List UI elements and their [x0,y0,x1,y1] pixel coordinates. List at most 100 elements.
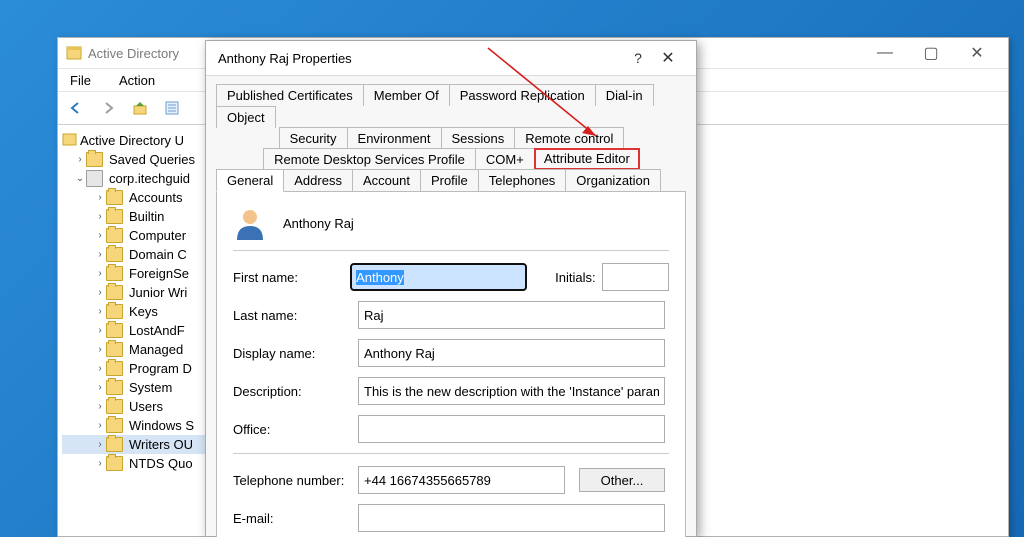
tree-item-label: Windows S [129,418,194,433]
expand-icon[interactable]: › [74,154,86,165]
menu-file[interactable]: File [64,71,97,90]
tab-password-replication[interactable]: Password Replication [449,84,596,106]
expand-icon[interactable]: › [94,325,106,336]
folder-icon [106,209,123,224]
folder-icon [106,247,123,262]
properties-button[interactable] [158,95,186,121]
folder-icon [106,190,123,205]
tab-telephones[interactable]: Telephones [478,169,567,192]
tree-item-label: Builtin [129,209,164,224]
tree-item-label: Writers OU [129,437,193,452]
user-icon [233,206,267,240]
label-last-name: Last name: [233,308,358,323]
collapse-icon[interactable]: ⌄ [74,173,86,184]
minimize-button[interactable]: — [862,38,908,68]
dialog-tabs: Published CertificatesMember OfPassword … [206,76,696,192]
last-name-field[interactable] [358,301,665,329]
folder-icon [106,418,123,433]
tab-object[interactable]: Object [216,106,276,128]
office-field[interactable] [358,415,665,443]
tree-item-label: Accounts [129,190,182,205]
tree-item-label: Users [129,399,163,414]
expand-icon[interactable]: › [94,382,106,393]
tree-item-label: Program D [129,361,192,376]
telephone-other-button[interactable]: Other... [579,468,665,492]
tab-remote-desktop-services-profile[interactable]: Remote Desktop Services Profile [263,148,476,170]
expand-icon[interactable]: › [94,192,106,203]
domain-icon [86,170,103,187]
tree-item-label: LostAndF [129,323,185,338]
label-initials: Initials: [555,270,602,285]
description-field[interactable] [358,377,665,405]
tree-item-label: Managed [129,342,183,357]
tab-remote-control[interactable]: Remote control [514,127,624,149]
label-email: E-mail: [233,511,358,526]
tab-organization[interactable]: Organization [565,169,661,192]
properties-dialog: Anthony Raj Properties ? ✕ Published Cer… [205,40,697,537]
tree-item-label: Keys [129,304,158,319]
display-name-field[interactable] [358,339,665,367]
expand-icon[interactable]: › [94,249,106,260]
tab-environment[interactable]: Environment [347,127,442,149]
initials-field[interactable] [602,263,669,291]
expand-icon[interactable]: › [94,287,106,298]
back-button[interactable] [62,95,90,121]
tab-address[interactable]: Address [283,169,353,192]
first-name-field[interactable] [350,263,527,291]
tab-member-of[interactable]: Member Of [363,84,450,106]
label-telephone: Telephone number: [233,473,358,488]
folder-icon [106,399,123,414]
help-button[interactable]: ? [624,50,652,66]
tab-dial-in[interactable]: Dial-in [595,84,654,106]
close-button[interactable]: ✕ [954,38,1000,68]
tree-item-label: Junior Wri [129,285,187,300]
dialog-titlebar: Anthony Raj Properties ? ✕ [206,41,696,76]
tab-account[interactable]: Account [352,169,421,192]
menu-action[interactable]: Action [113,71,161,90]
ad-app-icon [66,45,82,61]
folder-icon [86,152,103,167]
folder-icon [106,285,123,300]
label-display-name: Display name: [233,346,358,361]
folder-icon [106,437,123,452]
ad-root-icon [62,132,77,150]
label-first-name: First name: [233,270,350,285]
tab-general[interactable]: General [216,169,284,192]
folder-icon [106,456,123,471]
expand-icon[interactable]: › [94,458,106,469]
tree-item-label: Computer [129,228,186,243]
tree-item-label: ForeignSe [129,266,189,281]
label-office: Office: [233,422,358,437]
tab-sessions[interactable]: Sessions [441,127,516,149]
tab-published-certificates[interactable]: Published Certificates [216,84,364,106]
tab-attribute-editor[interactable]: Attribute Editor [534,148,640,170]
expand-icon[interactable]: › [94,344,106,355]
email-field[interactable] [358,504,665,532]
dialog-title: Anthony Raj Properties [218,51,624,66]
dialog-close-button[interactable]: ✕ [652,48,684,68]
expand-icon[interactable]: › [94,268,106,279]
tab-security[interactable]: Security [279,127,348,149]
forward-button[interactable] [94,95,122,121]
expand-icon[interactable]: › [94,230,106,241]
expand-icon[interactable]: › [94,211,106,222]
maximize-button[interactable]: ▢ [908,38,954,68]
folder-icon [106,380,123,395]
expand-icon[interactable]: › [94,401,106,412]
folder-icon [106,323,123,338]
expand-icon[interactable]: › [94,420,106,431]
tab-panel-general: Anthony Raj First name: Initials: Last n… [216,191,686,537]
user-display-name: Anthony Raj [283,216,354,231]
label-description: Description: [233,384,358,399]
expand-icon[interactable]: › [94,363,106,374]
expand-icon[interactable]: › [94,439,106,450]
up-button[interactable] [126,95,154,121]
folder-icon [106,228,123,243]
telephone-field[interactable] [358,466,565,494]
expand-icon[interactable]: › [94,306,106,317]
tab-profile[interactable]: Profile [420,169,479,192]
folder-icon [106,342,123,357]
tree-item-label: System [129,380,172,395]
tab-com+[interactable]: COM+ [475,148,535,170]
tree-item-label: Domain C [129,247,187,262]
